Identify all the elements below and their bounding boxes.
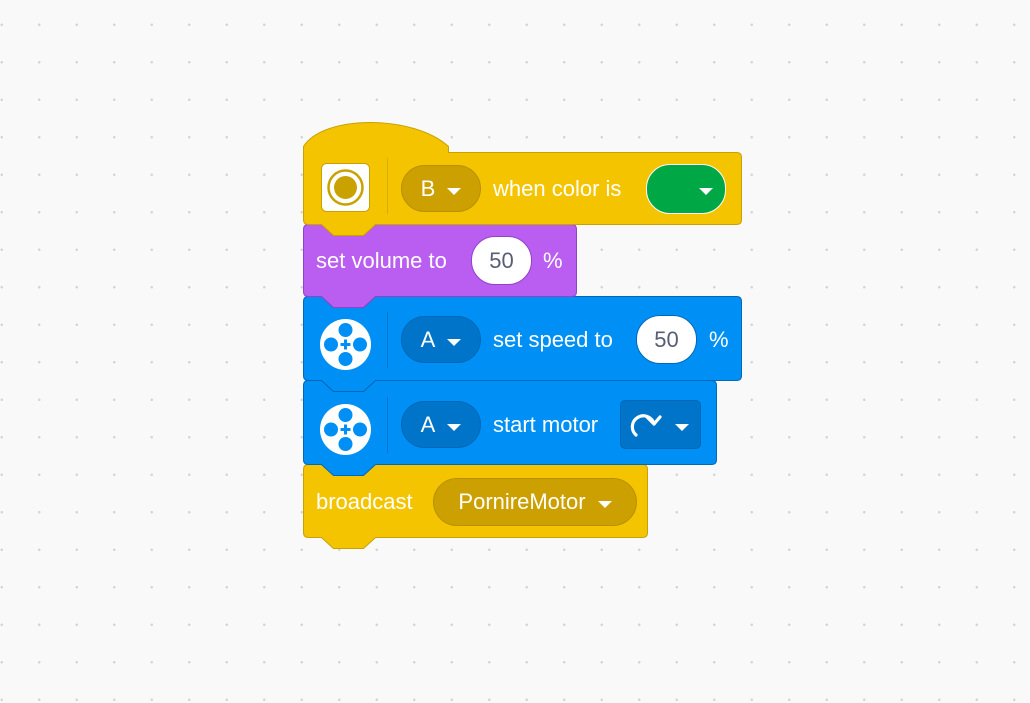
speed-port-dropdown[interactable]: A bbox=[401, 316, 481, 363]
chevron-down-icon bbox=[675, 423, 689, 431]
chevron-down-icon bbox=[597, 501, 612, 508]
hat-icon-divider bbox=[387, 158, 388, 214]
broadcast-label: broadcast bbox=[316, 489, 413, 514]
chevron-down-icon bbox=[447, 338, 462, 346]
clockwise-arrow-icon bbox=[627, 407, 663, 443]
chevron-down-icon bbox=[447, 187, 462, 195]
color-sensor-icon bbox=[321, 163, 370, 212]
speed-port-value: A bbox=[420, 326, 436, 352]
volume-input[interactable]: 50 bbox=[471, 236, 532, 285]
speed-unit: % bbox=[709, 327, 729, 352]
set-volume-label: set volume to bbox=[316, 248, 447, 273]
motor-icon bbox=[319, 318, 372, 371]
direction-dropdown[interactable] bbox=[620, 400, 701, 449]
start-motor-label: start motor bbox=[493, 412, 599, 437]
chevron-down-icon bbox=[447, 423, 462, 431]
hat-port-dropdown[interactable]: B bbox=[401, 165, 481, 212]
start-port-dropdown[interactable]: A bbox=[401, 401, 481, 448]
start-port-value: A bbox=[420, 411, 436, 437]
speed-input[interactable]: 50 bbox=[636, 315, 697, 364]
volume-unit: % bbox=[543, 248, 563, 273]
block-stack[interactable]: B when color is set volume to 50 % A set… bbox=[0, 0, 1030, 703]
speed-icon-divider bbox=[387, 312, 388, 368]
chevron-down-icon bbox=[699, 188, 713, 195]
hat-port-value: B bbox=[420, 175, 436, 201]
when-color-label: when color is bbox=[493, 176, 622, 201]
broadcast-message-value: PornireMotor bbox=[458, 489, 586, 514]
motor-icon bbox=[319, 403, 372, 456]
set-speed-label: set speed to bbox=[493, 327, 613, 352]
broadcast-message-dropdown[interactable]: PornireMotor bbox=[433, 478, 637, 526]
start-icon-divider bbox=[387, 397, 388, 453]
color-dropdown[interactable] bbox=[646, 164, 726, 214]
